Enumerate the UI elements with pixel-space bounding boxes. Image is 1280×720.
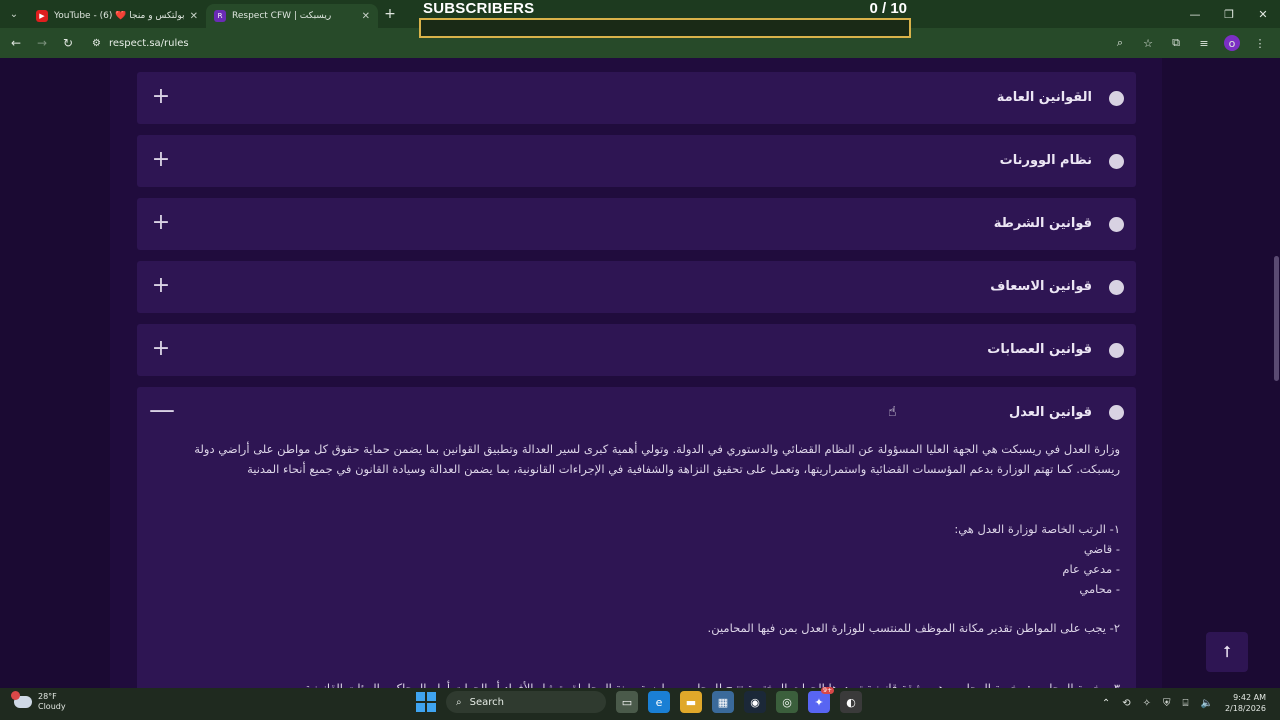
- close-tab-icon[interactable]: ✕: [190, 11, 198, 22]
- accordion-warnings-system[interactable]: + نظام الوورنات: [137, 135, 1136, 187]
- accordion-title: نظام الوورنات: [999, 153, 1092, 168]
- clock[interactable]: 9:42 AM 2/18/2026: [1225, 692, 1266, 714]
- minimize-icon[interactable]: —: [1178, 0, 1212, 28]
- accordion-justice-rules[interactable]: — قوانين العدل وزارة العدل في ريسبكت هي …: [137, 387, 1136, 707]
- windows-taskbar: 28°F Cloudy ⌕ Search ▭ e ▬ ▦ ◉ ◎ ✦ 9+ ◐ ⌃…: [0, 687, 1280, 720]
- obs-icon[interactable]: ◐: [840, 691, 862, 713]
- volume-icon[interactable]: 🔈: [1201, 698, 1213, 709]
- discord-icon[interactable]: ✦ 9+: [808, 687, 834, 713]
- close-tab-icon[interactable]: ✕: [362, 11, 370, 22]
- media-icon[interactable]: ≡: [1196, 35, 1212, 51]
- back-icon[interactable]: ←: [6, 33, 26, 53]
- mouse-cursor-icon: ☝: [888, 404, 897, 420]
- rank-item: - قاضي: [1083, 542, 1120, 556]
- collapse-icon[interactable]: —: [149, 397, 175, 423]
- scrollbar-thumb[interactable]: [1274, 256, 1279, 381]
- system-tray: ⌃ ⟲ ✧ ⛨ ⌸ 🔈 9:42 AM 2/18/2026: [1102, 692, 1266, 714]
- extensions-icon[interactable]: ⧉: [1168, 35, 1184, 51]
- accordion-ambulance-rules[interactable]: + قوانين الاسعاف: [137, 261, 1136, 313]
- discord-badge: 9+: [821, 687, 834, 694]
- bullet-icon: [1109, 280, 1124, 295]
- expand-icon[interactable]: +: [149, 147, 173, 173]
- toolbar-icons: ⌕ ☆ ⧉ ≡ o ⋮: [1112, 35, 1268, 51]
- chrome-icon[interactable]: ◎: [776, 691, 798, 713]
- scroll-to-top-button[interactable]: ⭡: [1206, 632, 1248, 672]
- subscribers-goal-overlay: SUBSCRIBERS 0 / 10: [419, 0, 911, 40]
- window-controls: — ❐ ✕: [1178, 0, 1280, 28]
- cloud-icon: [11, 691, 32, 708]
- tray-app-icon[interactable]: ⟲: [1122, 698, 1130, 709]
- subscribers-label: SUBSCRIBERS: [423, 0, 535, 17]
- tab-title: Respect CFW | ريسبكت: [232, 11, 332, 21]
- clock-time: 9:42 AM: [1233, 693, 1266, 702]
- accordion-title: قوانين الشرطة: [993, 216, 1092, 231]
- zoom-icon[interactable]: ⌕: [1112, 35, 1128, 51]
- justice-ranks-heading: ١- الرتب الخاصة لوزارة العدل هي:: [954, 522, 1120, 536]
- expand-icon[interactable]: +: [149, 273, 173, 299]
- taskbar-apps: ⌕ Search ▭ e ▬ ▦ ◉ ◎ ✦ 9+ ◐: [416, 687, 862, 713]
- tray-overflow-icon[interactable]: ⌃: [1102, 698, 1110, 709]
- accordion-police-rules[interactable]: + قوانين الشرطة: [137, 198, 1136, 250]
- start-button[interactable]: [416, 692, 436, 712]
- accordion-title: قوانين العدل: [1009, 405, 1092, 420]
- steam-icon[interactable]: ◉: [744, 691, 766, 713]
- accordion-general-rules[interactable]: + القوانين العامة: [137, 72, 1136, 124]
- subscribers-count: 0 / 10: [869, 0, 907, 17]
- justice-rule-3: ٣- رخصة المحامين: رخصة المحامين هي وثيقة…: [304, 681, 1120, 688]
- menu-icon[interactable]: ⋮: [1252, 35, 1268, 51]
- tray-shield-icon[interactable]: ⛨: [1163, 698, 1171, 709]
- rank-item: - محامي: [1079, 582, 1120, 596]
- page-scrollbar[interactable]: [1272, 58, 1280, 688]
- tab-search-icon[interactable]: ⌄: [0, 0, 28, 28]
- notification-badge: [11, 691, 20, 700]
- tab-respect[interactable]: R Respect CFW | ريسبكت ✕: [206, 4, 378, 28]
- search-label: Search: [469, 696, 504, 708]
- reload-icon[interactable]: ↻: [58, 33, 78, 53]
- accordion-title: قوانين الاسعاف: [990, 279, 1092, 294]
- file-explorer-icon[interactable]: ▬: [680, 691, 702, 713]
- avatar[interactable]: o: [1224, 35, 1240, 51]
- weather-temp: 28°F: [38, 692, 57, 701]
- search-icon: ⌕: [456, 696, 462, 708]
- new-tab-button[interactable]: +: [378, 6, 402, 22]
- taskbar-search[interactable]: ⌕ Search: [446, 691, 606, 713]
- edge-icon[interactable]: e: [648, 691, 670, 713]
- accordion-title: القوانين العامة: [996, 90, 1092, 105]
- tab-youtube[interactable]: ▶ YouTube - بولتكس و منجا ❤️ (6) ✕: [28, 4, 206, 28]
- url-text: respect.sa/rules: [108, 37, 189, 49]
- forward-icon[interactable]: →: [32, 33, 52, 53]
- bullet-icon: [1109, 154, 1124, 169]
- bullet-icon: [1109, 217, 1124, 232]
- rank-item: - مدعي عام: [1062, 562, 1120, 576]
- clock-date: 2/18/2026: [1224, 704, 1266, 713]
- subscribers-progress-bar: [419, 18, 911, 38]
- respect-icon: R: [214, 10, 226, 22]
- site-info-icon[interactable]: ⚙: [92, 38, 101, 49]
- bullet-icon: [1109, 91, 1124, 106]
- tray-network-app-icon[interactable]: ✧: [1143, 698, 1151, 709]
- expand-icon[interactable]: +: [149, 84, 173, 110]
- expand-icon[interactable]: +: [149, 210, 173, 236]
- close-window-icon[interactable]: ✕: [1246, 0, 1280, 28]
- task-view-icon[interactable]: ▭: [616, 691, 638, 713]
- justice-intro: وزارة العدل في ريسبكت هي الجهة العليا ال…: [194, 442, 1120, 476]
- maximize-icon[interactable]: ❐: [1212, 0, 1246, 28]
- justice-rule-2: ٢- يجب على المواطن تقدير مكانة الموظف لل…: [707, 621, 1120, 635]
- weather-widget[interactable]: 28°F Cloudy: [11, 691, 66, 712]
- profile-icon: o: [1224, 35, 1240, 51]
- bullet-icon: [1109, 405, 1124, 420]
- bookmark-star-icon[interactable]: ☆: [1140, 35, 1156, 51]
- network-icon[interactable]: ⌸: [1183, 698, 1189, 709]
- bullet-icon: [1109, 343, 1124, 358]
- accordion-gang-rules[interactable]: + قوانين العصابات: [137, 324, 1136, 376]
- store-icon[interactable]: ▦: [712, 691, 734, 713]
- weather-desc: Cloudy: [38, 702, 66, 711]
- accordion-title: قوانين العصابات: [987, 342, 1092, 357]
- tab-title: YouTube - بولتكس و منجا ❤️ (6): [54, 11, 184, 21]
- expand-icon[interactable]: +: [149, 336, 173, 362]
- youtube-icon: ▶: [36, 10, 48, 22]
